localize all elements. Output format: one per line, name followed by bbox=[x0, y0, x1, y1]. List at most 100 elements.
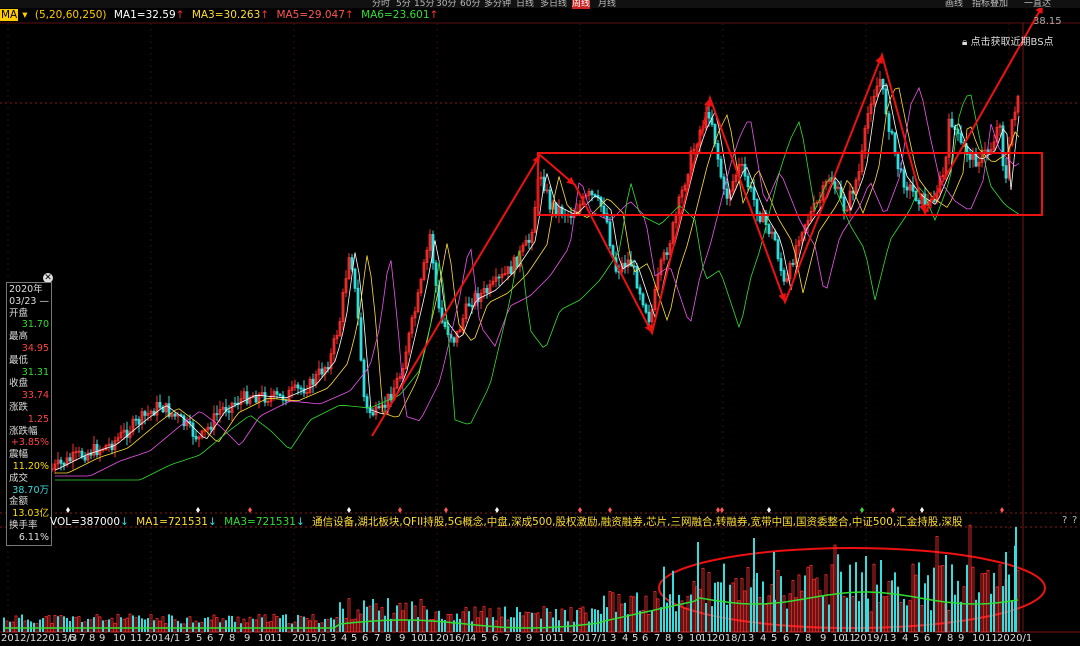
x-axis-tick: 7 bbox=[654, 633, 661, 644]
volume-bar bbox=[894, 572, 896, 632]
volume-bar bbox=[155, 618, 159, 633]
candle-body bbox=[716, 143, 720, 160]
volume-bar bbox=[536, 612, 540, 633]
ma-line bbox=[55, 87, 1020, 474]
help-icon[interactable]: ? bbox=[1072, 515, 1077, 526]
volume-bar bbox=[461, 611, 465, 633]
volume-bar bbox=[954, 594, 956, 632]
event-marker bbox=[1000, 507, 1004, 513]
volume-bar bbox=[734, 578, 738, 633]
consolidation-box bbox=[537, 152, 1043, 216]
candle-body bbox=[902, 169, 906, 188]
volume-bar bbox=[998, 564, 1002, 633]
volume-bar bbox=[153, 620, 155, 632]
chart-canvas[interactable] bbox=[0, 0, 1080, 646]
volume-bar bbox=[366, 606, 368, 632]
volume-bar bbox=[53, 614, 57, 633]
info-value: +3.85% bbox=[10, 437, 49, 449]
candle-body bbox=[443, 321, 447, 328]
candle-body bbox=[641, 293, 645, 306]
up-arrow-icon: ↑ bbox=[344, 9, 354, 21]
grid-lines bbox=[0, 22, 1080, 633]
x-axis-tick: 11 bbox=[552, 633, 565, 644]
volume-bar bbox=[855, 562, 857, 632]
volume-bar bbox=[89, 619, 93, 633]
volume-bar bbox=[914, 574, 918, 633]
candle-body bbox=[623, 262, 627, 268]
ma-selector[interactable]: MA bbox=[0, 9, 19, 21]
volume-bar bbox=[158, 620, 162, 633]
volume-bar bbox=[342, 608, 344, 632]
x-axis-tick: 2017/1 bbox=[572, 633, 608, 644]
volume-bar bbox=[858, 601, 860, 632]
volume-bar bbox=[683, 607, 687, 633]
volume-bar bbox=[842, 596, 846, 633]
x-axis-tick: 9 bbox=[99, 633, 106, 644]
volume-bar bbox=[591, 608, 593, 632]
volume-bar bbox=[417, 617, 419, 632]
volume-bar bbox=[569, 607, 573, 633]
candle-body bbox=[356, 287, 360, 319]
candle-body bbox=[275, 391, 279, 395]
ma-selector-arrow[interactable]: ▾ bbox=[22, 9, 27, 21]
ma3-value: MA3=30.263 bbox=[191, 9, 261, 21]
volume-bar bbox=[737, 600, 741, 633]
volume-bar bbox=[311, 614, 315, 633]
candle-body bbox=[548, 189, 552, 210]
volume-bar bbox=[1008, 574, 1010, 632]
volume-bar bbox=[482, 606, 486, 633]
x-axis-tick: 11 bbox=[985, 633, 998, 644]
volume-bars bbox=[3, 524, 1020, 633]
candle-body bbox=[719, 158, 723, 178]
help-icon[interactable]: ? bbox=[1062, 515, 1067, 526]
volume-bar bbox=[573, 621, 575, 632]
x-axis-tick: 7 bbox=[504, 633, 511, 644]
x-axis-tick: 3 bbox=[330, 633, 337, 644]
x-axis-tick: 9 bbox=[526, 633, 533, 644]
volume-bar bbox=[359, 613, 363, 633]
volume-bar bbox=[930, 610, 932, 632]
volume-bar bbox=[344, 618, 348, 633]
volume-bar bbox=[275, 616, 279, 633]
volume-bar bbox=[880, 560, 882, 632]
volume-bar bbox=[846, 597, 848, 632]
volume-bar bbox=[531, 612, 533, 632]
x-axis-tick: 5 bbox=[351, 633, 358, 644]
volume-bar bbox=[3, 617, 5, 632]
candle-body bbox=[959, 133, 963, 143]
x-axis-tick: 6 bbox=[492, 633, 499, 644]
candle-body bbox=[359, 317, 363, 361]
x-axis-tick: 6 bbox=[924, 633, 931, 644]
x-axis-tick: 4 bbox=[902, 633, 909, 644]
candle-body bbox=[452, 337, 456, 343]
volume-bar bbox=[983, 572, 987, 633]
volume-bar bbox=[957, 580, 959, 632]
bs-point-hint[interactable]: 🔒︎ 点击获取近期BS点 bbox=[962, 33, 1054, 48]
volume-bar bbox=[791, 580, 795, 633]
volume-bar bbox=[221, 618, 225, 633]
candle-body bbox=[905, 186, 909, 191]
down-arrow-icon: ↓ bbox=[295, 516, 305, 528]
volume-bar bbox=[57, 616, 59, 632]
volume-bar bbox=[314, 620, 318, 633]
volume-bar bbox=[63, 616, 65, 632]
info-label: 最高 bbox=[9, 331, 29, 343]
x-axis-tick: 5 bbox=[632, 633, 639, 644]
volume-bar bbox=[141, 618, 143, 632]
volume-bar bbox=[581, 606, 585, 633]
volume-bar bbox=[326, 619, 330, 633]
candle-body bbox=[527, 239, 531, 243]
candle-body bbox=[1004, 165, 1008, 179]
x-axis-tick: 9 bbox=[958, 633, 965, 644]
volume-bar bbox=[663, 566, 665, 632]
volume-bar bbox=[297, 614, 299, 632]
volume-bar bbox=[705, 602, 707, 632]
volume-bar bbox=[242, 618, 246, 633]
candle-body bbox=[137, 418, 141, 425]
volume-bar bbox=[497, 607, 501, 633]
volume-bar bbox=[564, 609, 566, 632]
volume-bar bbox=[234, 621, 236, 632]
volume-bar bbox=[269, 621, 273, 633]
candle-body bbox=[509, 266, 513, 275]
candle-body bbox=[638, 287, 642, 295]
